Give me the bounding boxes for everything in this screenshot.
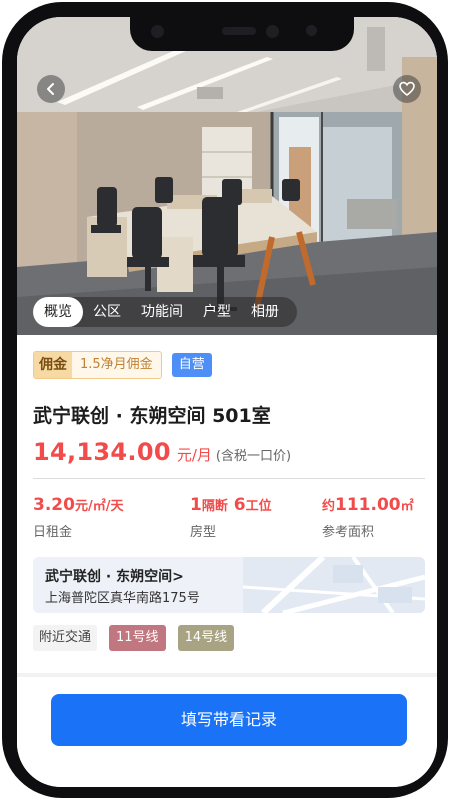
camera-notch <box>130 17 354 51</box>
chevron-right-icon: > <box>172 569 184 585</box>
price-note: (含税一口价) <box>215 449 292 464</box>
bottom-action-bar: 填写带看记录 <box>17 677 437 787</box>
listing-title: 武宁联创 · 东朔空间 501室 <box>33 405 271 427</box>
address-name: 武宁联创 · 东朔空间> <box>45 566 184 586</box>
area-value: 约111.00㎡ <box>322 495 414 515</box>
photo-category-tabs: 概览 公区 功能间 户型 相册 <box>33 297 297 327</box>
stat-layout: 1隔断 6工位 房型 <box>190 495 272 540</box>
layout-value: 1隔断 6工位 <box>190 495 272 515</box>
favorite-button[interactable] <box>393 75 421 103</box>
transit-label: 附近交通 <box>33 625 98 651</box>
daily-rent-label: 日租金 <box>33 525 73 540</box>
phone-frame: 概览 公区 功能间 户型 相册 佣金 1.5净月佣金 自营 武宁联创 · 东朔空… <box>2 2 448 798</box>
price-unit: 元/月 <box>176 446 212 464</box>
address-line: 上海普陀区真华南路175号 <box>45 591 200 606</box>
key-stats: 3.20元/㎡/天 日租金 1隔断 6工位 房型 约111.00㎡ 参考面积 <box>33 495 425 540</box>
self-operated-badge: 自营 <box>171 353 212 377</box>
back-button[interactable] <box>37 75 65 103</box>
layout-partition-text: 隔断 <box>201 499 228 514</box>
nearby-transit: 附近交通 11号线 14号线 <box>33 625 235 651</box>
divider <box>33 478 425 479</box>
metro-line-tag[interactable]: 11号线 <box>109 625 166 651</box>
daily-rent-number: 3.20 <box>33 495 75 515</box>
fill-viewing-record-button[interactable]: 填写带看记录 <box>51 694 407 746</box>
price-row: 14,134.00 元/月 (含税一口价) <box>33 438 291 466</box>
building-name: 武宁联创 · 东朔空间 <box>45 569 173 585</box>
area-prefix: 约 <box>322 499 336 514</box>
tab-floor-plan[interactable]: 户型 <box>193 297 241 327</box>
chevron-left-icon <box>47 83 54 95</box>
layout-desk-count: 6 <box>233 495 246 515</box>
tab-public-area[interactable]: 公区 <box>83 297 131 327</box>
proximity-sensor <box>306 25 317 36</box>
screen: 概览 公区 功能间 户型 相册 佣金 1.5净月佣金 自营 武宁联创 · 东朔空… <box>17 17 437 787</box>
office-photo-illustration <box>17 17 437 335</box>
layout-label: 房型 <box>190 525 217 540</box>
layout-desk-text: 工位 <box>245 499 272 514</box>
tab-overview[interactable]: 概览 <box>33 297 83 327</box>
badge-row: 佣金 1.5净月佣金 自营 <box>33 351 212 379</box>
sensor <box>266 25 279 38</box>
stat-daily-rent: 3.20元/㎡/天 日租金 <box>33 495 123 540</box>
tab-album[interactable]: 相册 <box>241 297 289 327</box>
area-number: 111.00 <box>335 495 401 515</box>
layout-partition-count: 1 <box>190 495 202 515</box>
heart-icon <box>399 81 415 97</box>
area-unit: ㎡ <box>400 499 414 514</box>
area-label: 参考面积 <box>322 525 375 540</box>
address-card[interactable]: 武宁联创 · 东朔空间> 上海普陀区真华南路175号 <box>33 557 425 613</box>
daily-rent-unit: 元/㎡/天 <box>74 499 124 514</box>
earpiece-speaker <box>222 27 256 35</box>
commission-label: 佣金 <box>34 352 72 378</box>
metro-line-tag[interactable]: 14号线 <box>177 625 235 651</box>
phone-device: 概览 公区 功能间 户型 相册 佣金 1.5净月佣金 自营 武宁联创 · 东朔空… <box>0 0 450 800</box>
commission-text: 1.5净月佣金 <box>80 357 153 372</box>
daily-rent-value: 3.20元/㎡/天 <box>33 495 123 515</box>
stat-area: 约111.00㎡ 参考面积 <box>322 495 414 540</box>
tab-function-rooms[interactable]: 功能间 <box>131 297 193 327</box>
commission-badge: 佣金 1.5净月佣金 <box>33 351 162 379</box>
office-photo[interactable]: 概览 公区 功能间 户型 相册 <box>17 17 437 335</box>
price-value: 14,134.00 <box>33 438 171 466</box>
front-camera <box>151 25 164 38</box>
